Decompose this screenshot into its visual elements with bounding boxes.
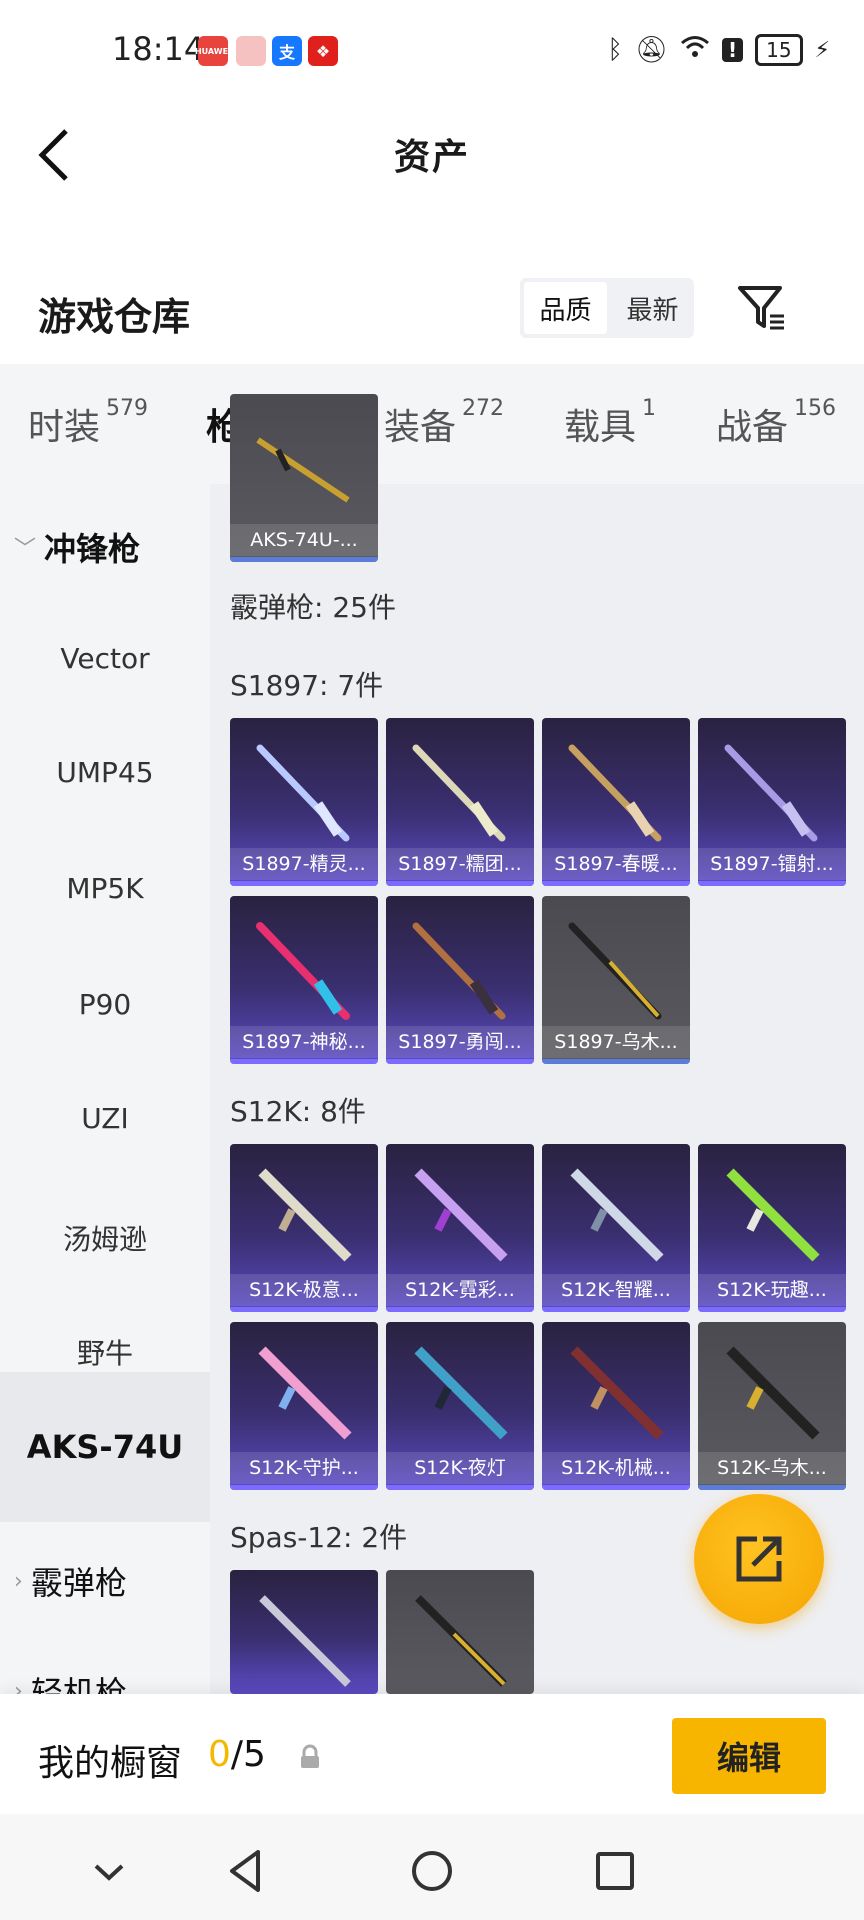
sort-quality-option[interactable]: 品质 <box>524 282 607 334</box>
shotgun-icon <box>568 744 662 842</box>
tab-supplies[interactable]: 战备 156 <box>716 396 836 450</box>
sidebar-item-vector[interactable]: Vector <box>0 642 210 675</box>
shotgun-icon <box>568 922 662 1020</box>
battery-icon: 15 <box>755 34 803 66</box>
wifi-icon <box>680 35 710 66</box>
lock-icon <box>298 1744 322 1770</box>
mute-bell-icon: 🔕︎ <box>634 35 668 65</box>
gun-icon <box>256 437 350 503</box>
square-recents-icon <box>596 1852 634 1890</box>
showcase-title: 我的橱窗 <box>38 1743 183 1784</box>
filter-icon <box>738 286 784 330</box>
status-time: 18:14 <box>112 30 205 68</box>
charging-icon: ⚡︎ <box>814 37 830 63</box>
item-card-s1897-7[interactable]: S1897-乌木... <box>542 896 690 1064</box>
sort-latest-option[interactable]: 最新 <box>611 278 694 338</box>
circle-home-icon <box>412 1851 452 1891</box>
bluetooth-icon: ᛒ <box>607 35 623 65</box>
spas12-section-header: Spas-12: 2件 <box>230 1521 408 1554</box>
chevron-down-icon <box>94 1864 124 1881</box>
item-card-s12k-1[interactable]: S12K-极意... <box>230 1144 378 1312</box>
shotgun-icon <box>256 744 350 842</box>
page-title: 资产 <box>393 137 470 178</box>
item-card-spas12-1[interactable] <box>230 1570 378 1694</box>
sidebar-item-mp5k[interactable]: MP5K <box>0 872 210 905</box>
alipay-icon: 支 <box>272 36 302 66</box>
rifle-icon <box>726 1346 820 1440</box>
sidebar-group-shotgun[interactable]: › 霰弹枪 <box>14 1558 127 1604</box>
status-indicators: ᛒ 🔕︎ ! 15 ⚡︎ <box>607 34 830 66</box>
item-card-s1897-4[interactable]: S1897-镭射... <box>698 718 846 886</box>
shotgun-icon <box>724 744 818 842</box>
rifle-icon <box>570 1346 664 1440</box>
item-card-s12k-2[interactable]: S12K-霓彩... <box>386 1144 534 1312</box>
item-card-spas12-2[interactable] <box>386 1570 534 1694</box>
item-card-s1897-1[interactable]: S1897-精灵... <box>230 718 378 886</box>
item-card-s1897-3[interactable]: S1897-春暖... <box>542 718 690 886</box>
rifle-icon <box>414 1168 508 1262</box>
shotgun-icon <box>256 922 350 1020</box>
sidebar-group-smg[interactable]: ﹀ 冲锋枪 <box>14 524 140 570</box>
rifle-icon <box>258 1168 352 1262</box>
item-card-s12k-8[interactable]: S12K-乌木... <box>698 1322 846 1490</box>
item-card-s1897-2[interactable]: S1897-糯团... <box>386 718 534 886</box>
warehouse-title: 游戏仓库 <box>38 295 191 339</box>
showcase-count: 0/5 <box>208 1734 266 1775</box>
share-fab-button[interactable] <box>694 1494 824 1624</box>
sidebar-item-uzi[interactable]: UZI <box>0 1102 210 1135</box>
chevron-right-icon: › <box>14 1568 23 1594</box>
red-app-icon: ❖ <box>308 36 338 66</box>
item-card-s12k-5[interactable]: S12K-守护... <box>230 1322 378 1490</box>
item-card-s12k-7[interactable]: S12K-机械... <box>542 1322 690 1490</box>
filter-button[interactable] <box>736 282 788 334</box>
rifle-icon <box>414 1346 508 1440</box>
item-card-s1897-6[interactable]: S1897-勇闯... <box>386 896 534 1064</box>
sidebar-item-bizon[interactable]: 野牛 <box>0 1332 210 1372</box>
nav-back-button[interactable] <box>222 1846 272 1896</box>
box-app-icon <box>236 36 266 66</box>
sidebar-item-ump45[interactable]: UMP45 <box>0 756 210 789</box>
shotgun-icon <box>415 1595 507 1687</box>
chevron-down-icon: ﹀ <box>14 537 37 562</box>
s1897-section-header: S1897: 7件 <box>230 669 384 702</box>
item-card-s12k-3[interactable]: S12K-智耀... <box>542 1144 690 1312</box>
edit-button[interactable]: 编辑 <box>672 1718 826 1794</box>
share-icon <box>736 1536 782 1582</box>
shotgun-icon <box>259 1595 351 1687</box>
shotgun-icon <box>412 922 506 1020</box>
sidebar-item-thompson[interactable]: 汤姆逊 <box>0 1218 210 1258</box>
s12k-section-header: S12K: 8件 <box>230 1095 366 1128</box>
rifle-icon <box>726 1168 820 1262</box>
rifle-icon <box>258 1346 352 1440</box>
huawei-app-icon: HUAWEI <box>195 36 231 66</box>
triangle-back-icon <box>230 1850 260 1892</box>
sort-toggle: 品质 最新 <box>520 278 694 338</box>
nav-hide-button[interactable] <box>84 1846 134 1896</box>
tab-fashion[interactable]: 时装 579 <box>28 396 148 450</box>
alert-icon: ! <box>721 38 744 62</box>
item-card-s12k-6[interactable]: S12K-夜灯 <box>386 1322 534 1490</box>
nav-home-button[interactable] <box>407 1846 457 1896</box>
rifle-icon <box>570 1168 664 1262</box>
shotgun-section-header: 霰弹枪: 25件 <box>230 591 396 624</box>
item-card-s12k-4[interactable]: S12K-玩趣... <box>698 1144 846 1312</box>
item-card-s1897-5[interactable]: S1897-神秘... <box>230 896 378 1064</box>
tab-vehicles[interactable]: 载具 1 <box>564 396 656 450</box>
tab-equipment[interactable]: 装备 272 <box>384 396 504 450</box>
sidebar-item-p90[interactable]: P90 <box>0 988 210 1021</box>
shotgun-icon <box>412 744 506 842</box>
item-card-aks74u[interactable]: AKS-74U-... <box>230 394 378 562</box>
sidebar-item-aks74u[interactable]: AKS-74U <box>0 1428 210 1466</box>
nav-recents-button[interactable] <box>590 1846 640 1896</box>
